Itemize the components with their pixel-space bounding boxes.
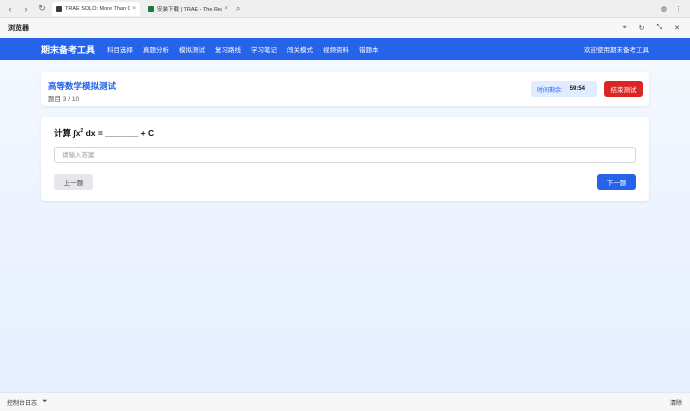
nav-item-notes[interactable]: 学习笔记 bbox=[251, 44, 277, 54]
browser-controls: ◍ ⋮ bbox=[661, 5, 682, 13]
more-icon[interactable]: ⋮ bbox=[675, 5, 682, 13]
exam-title: 高等数学模拟测试 bbox=[48, 81, 117, 91]
answer-input[interactable] bbox=[54, 147, 636, 163]
question-progress: 题目 3 / 10 bbox=[48, 96, 80, 103]
prev-question-button[interactable]: 上一题 bbox=[54, 174, 93, 190]
reload-icon[interactable]: ↻ bbox=[36, 3, 48, 15]
nav-item-mock-test[interactable]: 模拟测试 bbox=[179, 44, 205, 54]
question-card: 计算 ∫x2 dx = _______ + C 上一题 下一题 bbox=[41, 117, 649, 201]
close-icon[interactable]: × bbox=[224, 6, 228, 12]
search-icon[interactable]: ⌕ bbox=[236, 4, 240, 14]
close-icon[interactable]: × bbox=[132, 6, 136, 12]
nav-item-videos[interactable]: 视频资料 bbox=[323, 44, 349, 54]
nav-item-mistakes[interactable]: 错题本 bbox=[359, 44, 379, 54]
main-content: 高等数学模拟测试 题目 3 / 10 时间剩余: 59:54 结束测试 计算 ∫… bbox=[0, 60, 690, 392]
tab-title: 安装下载 | TRAE - The Real AI En bbox=[157, 6, 222, 13]
shrink-icon[interactable]: ⤡ bbox=[657, 24, 663, 32]
nav-item-challenge[interactable]: 闯关模式 bbox=[287, 44, 313, 54]
refresh-icon[interactable]: ↻ bbox=[639, 24, 645, 32]
site-navbar: 期末备考工具 科目选择 真题分析 模拟测试 复习路线 学习笔记 闯关模式 视频资… bbox=[0, 38, 690, 60]
bottom-statusbar: 控制台日志 ⏷ 清除 bbox=[0, 392, 690, 411]
welcome-text: 欢迎使用期末备考工具 bbox=[584, 47, 649, 54]
forward-icon[interactable]: › bbox=[20, 3, 32, 15]
nav-item-review-route[interactable]: 复习路线 bbox=[215, 44, 241, 54]
end-test-button[interactable]: 结束测试 bbox=[604, 81, 643, 97]
question-prefix: 计算 ∫x bbox=[54, 128, 81, 138]
browser-tabstrip: ‹ › ↻ TRAE SOLO: More Than Co × 安装下载 | T… bbox=[0, 0, 690, 18]
timer-value: 59:54 bbox=[569, 86, 586, 92]
tab-favicon-icon bbox=[56, 5, 62, 12]
app-titlebar: 浏览器 ⌖ ↻ ⤡ ✕ bbox=[0, 18, 690, 38]
timer-badge: 时间剩余: 59:54 bbox=[531, 81, 597, 97]
question-text: 计算 ∫x2 dx = _______ + C bbox=[54, 127, 154, 139]
timer-label: 时间剩余: bbox=[537, 87, 563, 94]
nav-item-past-papers[interactable]: 真题分析 bbox=[143, 44, 169, 54]
tab-trae-download[interactable]: 安装下载 | TRAE - The Real AI En × bbox=[144, 2, 232, 16]
clear-button[interactable]: 清除 bbox=[670, 398, 682, 407]
tab-title: TRAE SOLO: More Than Co bbox=[65, 5, 131, 12]
globe-icon[interactable]: ◍ bbox=[661, 5, 667, 13]
site-brand[interactable]: 期末备考工具 bbox=[41, 43, 95, 56]
next-question-button[interactable]: 下一题 bbox=[597, 174, 636, 190]
exam-header-card: 高等数学模拟测试 题目 3 / 10 时间剩余: 59:54 结束测试 bbox=[41, 72, 649, 106]
question-suffix: dx = _______ + C bbox=[83, 128, 155, 138]
console-log-tab[interactable]: 控制台日志 bbox=[7, 398, 37, 407]
tab-favicon-icon bbox=[148, 5, 154, 12]
close-icon[interactable]: ✕ bbox=[674, 24, 680, 32]
app-title: 浏览器 bbox=[8, 25, 29, 32]
filter-icon[interactable]: ⏷ bbox=[42, 398, 48, 406]
inspect-icon[interactable]: ⌖ bbox=[623, 24, 627, 32]
tab-trae-solo[interactable]: TRAE SOLO: More Than Co × bbox=[52, 1, 140, 16]
nav-item-subject-select[interactable]: 科目选择 bbox=[107, 44, 133, 54]
back-icon[interactable]: ‹ bbox=[4, 3, 16, 15]
window-controls: ⌖ ↻ ⤡ ✕ bbox=[623, 24, 680, 32]
